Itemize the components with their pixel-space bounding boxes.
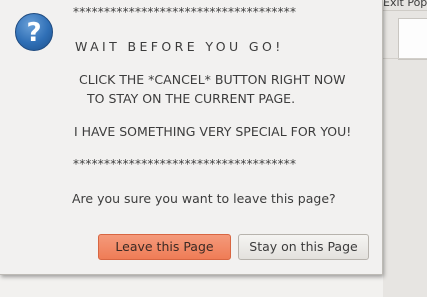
leave-page-question: Are you sure you want to leave this page… xyxy=(72,191,336,206)
stars-separator-top: ************************************ xyxy=(73,5,297,19)
message-line-2: TO STAY ON THE CURRENT PAGE. xyxy=(87,91,296,106)
background-tab-divider xyxy=(383,10,427,11)
leave-page-dialog: ? ************************************ W… xyxy=(0,0,383,275)
background-tab-label[interactable]: Exit Pop xyxy=(383,0,427,9)
stars-separator-bottom: ************************************ xyxy=(73,157,297,171)
stay-on-page-button[interactable]: Stay on this Page xyxy=(238,234,369,260)
dialog-headline: WAIT BEFORE YOU GO! xyxy=(75,39,284,54)
message-line-3: I HAVE SOMETHING VERY SPECIAL FOR YOU! xyxy=(74,124,352,139)
background-divider xyxy=(383,58,427,59)
leave-page-button[interactable]: Leave this Page xyxy=(98,234,231,260)
message-line-1: CLICK THE *CANCEL* BUTTON RIGHT NOW xyxy=(79,72,346,87)
background-panel xyxy=(398,18,427,60)
question-icon: ? xyxy=(15,13,53,51)
